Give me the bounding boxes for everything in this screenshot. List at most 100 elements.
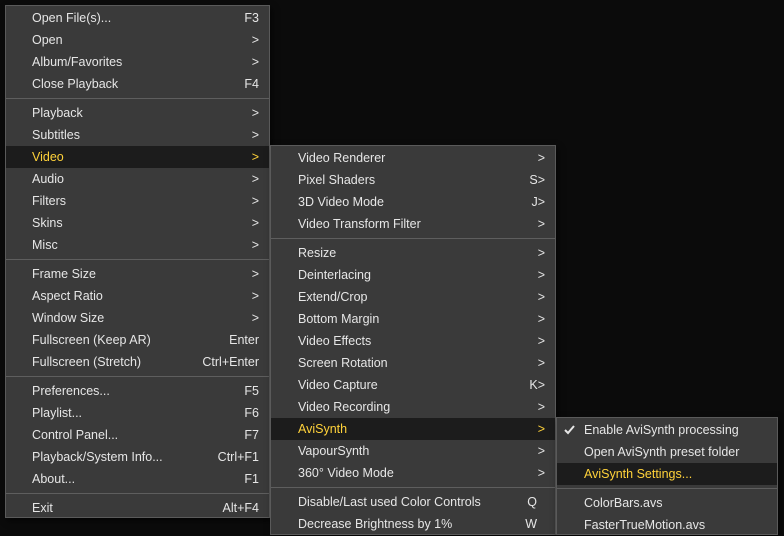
menu-item-label: Video Transform Filter bbox=[298, 217, 421, 231]
menu-item-shortcut: Ctrl+Enter bbox=[202, 355, 259, 369]
menu-item-label: Enable AviSynth processing bbox=[584, 423, 739, 437]
menu-item-label: Control Panel... bbox=[32, 428, 119, 442]
menu-item-shortcut: J> bbox=[531, 195, 545, 209]
submenu-arrow-icon: > bbox=[537, 334, 545, 348]
submenu-arrow-icon: > bbox=[537, 268, 545, 282]
menu-item-album-favorites[interactable]: Album/Favorites > bbox=[6, 51, 269, 73]
menu-item-playback-system-info[interactable]: Playback/System Info... Ctrl+F1 bbox=[6, 446, 269, 468]
context-menu-main: Open File(s)... F3 Open > Album/Favorite… bbox=[5, 5, 270, 518]
menu-item-shortcut: Alt+F4 bbox=[222, 501, 259, 515]
menu-item-about[interactable]: About... F1 bbox=[6, 468, 269, 490]
menu-item-shortcut: S> bbox=[529, 173, 545, 187]
menu-item-frame-size[interactable]: Frame Size > bbox=[6, 263, 269, 285]
menu-item-fullscreen-stretch[interactable]: Fullscreen (Stretch) Ctrl+Enter bbox=[6, 351, 269, 373]
menu-item-window-size[interactable]: Window Size > bbox=[6, 307, 269, 329]
menu-item-resize[interactable]: Resize > bbox=[271, 242, 555, 264]
submenu-arrow-icon: > bbox=[251, 172, 259, 186]
menu-item-shortcut: Ctrl+F1 bbox=[217, 450, 259, 464]
submenu-arrow-icon: > bbox=[251, 289, 259, 303]
submenu-arrow-icon: > bbox=[537, 217, 545, 231]
menu-item-shortcut: F5 bbox=[244, 384, 259, 398]
menu-item-video[interactable]: Video > bbox=[6, 146, 269, 168]
menu-item-avisynth-settings[interactable]: AviSynth Settings... bbox=[557, 463, 777, 485]
menu-item-audio[interactable]: Audio > bbox=[6, 168, 269, 190]
submenu-video: Video Renderer > Pixel Shaders S> 3D Vid… bbox=[270, 145, 556, 535]
menu-item-label: Window Size bbox=[32, 311, 105, 325]
menu-item-label: Deinterlacing bbox=[298, 268, 371, 282]
menu-item-label: About... bbox=[32, 472, 76, 486]
submenu-arrow-icon: > bbox=[537, 444, 545, 458]
menu-item-control-panel[interactable]: Control Panel... F7 bbox=[6, 424, 269, 446]
menu-item-open-files[interactable]: Open File(s)... F3 bbox=[6, 7, 269, 29]
menu-item-close-playback[interactable]: Close Playback F4 bbox=[6, 73, 269, 95]
menu-item-label: Audio bbox=[32, 172, 64, 186]
menu-item-label: Video bbox=[32, 150, 64, 164]
submenu-arrow-icon: > bbox=[537, 151, 545, 165]
menu-item-bottom-margin[interactable]: Bottom Margin > bbox=[271, 308, 555, 330]
menu-item-pixel-shaders[interactable]: Pixel Shaders S> bbox=[271, 169, 555, 191]
submenu-arrow-icon: > bbox=[537, 466, 545, 480]
submenu-arrow-icon: > bbox=[251, 106, 259, 120]
menu-item-label: Misc bbox=[32, 238, 58, 252]
menu-item-3d-video-mode[interactable]: 3D Video Mode J> bbox=[271, 191, 555, 213]
menu-item-avisynth[interactable]: AviSynth > bbox=[271, 418, 555, 440]
menu-item-disable-color-controls[interactable]: Disable/Last used Color Controls Q bbox=[271, 491, 555, 513]
submenu-arrow-icon: > bbox=[251, 238, 259, 252]
menu-item-skins[interactable]: Skins > bbox=[6, 212, 269, 234]
menu-item-filters[interactable]: Filters > bbox=[6, 190, 269, 212]
menu-item-deinterlacing[interactable]: Deinterlacing > bbox=[271, 264, 555, 286]
menu-item-playlist[interactable]: Playlist... F6 bbox=[6, 402, 269, 424]
menu-item-playback[interactable]: Playback > bbox=[6, 102, 269, 124]
menu-item-fullscreen-keep-ar[interactable]: Fullscreen (Keep AR) Enter bbox=[6, 329, 269, 351]
menu-item-shortcut: F7 bbox=[244, 428, 259, 442]
menu-item-360-video-mode[interactable]: 360° Video Mode > bbox=[271, 462, 555, 484]
menu-item-label: Extend/Crop bbox=[298, 290, 368, 304]
menu-item-label: Preferences... bbox=[32, 384, 110, 398]
menu-item-screen-rotation[interactable]: Screen Rotation > bbox=[271, 352, 555, 374]
menu-item-exit[interactable]: Exit Alt+F4 bbox=[6, 497, 269, 519]
submenu-arrow-icon: > bbox=[251, 33, 259, 47]
menu-item-aspect-ratio[interactable]: Aspect Ratio > bbox=[6, 285, 269, 307]
menu-item-label: Bottom Margin bbox=[298, 312, 380, 326]
menu-item-label: Close Playback bbox=[32, 77, 119, 91]
menu-item-label: Fullscreen (Stretch) bbox=[32, 355, 142, 369]
menu-item-decrease-brightness[interactable]: Decrease Brightness by 1% W bbox=[271, 513, 555, 535]
menu-item-open[interactable]: Open > bbox=[6, 29, 269, 51]
menu-item-label: Open bbox=[32, 33, 63, 47]
menu-item-label: Screen Rotation bbox=[298, 356, 388, 370]
checkmark-icon bbox=[564, 425, 575, 435]
submenu-arrow-icon: > bbox=[251, 55, 259, 69]
submenu-arrow-icon: > bbox=[537, 356, 545, 370]
menu-item-shortcut: W bbox=[525, 517, 537, 531]
menu-item-label: Pixel Shaders bbox=[298, 173, 376, 187]
menu-item-video-recording[interactable]: Video Recording > bbox=[271, 396, 555, 418]
submenu-arrow-icon: > bbox=[537, 422, 545, 436]
menu-item-video-effects[interactable]: Video Effects > bbox=[271, 330, 555, 352]
menu-item-misc[interactable]: Misc > bbox=[6, 234, 269, 256]
menu-item-extend-crop[interactable]: Extend/Crop > bbox=[271, 286, 555, 308]
menu-item-label: Video Capture bbox=[298, 378, 378, 392]
menu-item-video-transform-filter[interactable]: Video Transform Filter > bbox=[271, 213, 555, 235]
submenu-arrow-icon: > bbox=[251, 311, 259, 325]
menu-item-colorbars-avs[interactable]: ColorBars.avs bbox=[557, 492, 777, 514]
menu-item-open-avisynth-preset-folder[interactable]: Open AviSynth preset folder bbox=[557, 441, 777, 463]
menu-item-shortcut: F3 bbox=[244, 11, 259, 25]
menu-item-preferences[interactable]: Preferences... F5 bbox=[6, 380, 269, 402]
menu-item-fastertruemotion-avs[interactable]: FasterTrueMotion.avs bbox=[557, 514, 777, 536]
menu-item-vapoursynth[interactable]: VapourSynth > bbox=[271, 440, 555, 462]
menu-item-label: Subtitles bbox=[32, 128, 80, 142]
menu-item-video-renderer[interactable]: Video Renderer > bbox=[271, 147, 555, 169]
menu-separator bbox=[6, 493, 269, 494]
menu-item-video-capture[interactable]: Video Capture K> bbox=[271, 374, 555, 396]
menu-item-subtitles[interactable]: Subtitles > bbox=[6, 124, 269, 146]
menu-item-label: 360° Video Mode bbox=[298, 466, 394, 480]
menu-item-label: Album/Favorites bbox=[32, 55, 123, 69]
submenu-arrow-icon: > bbox=[251, 150, 259, 164]
menu-item-label: AviSynth bbox=[298, 422, 348, 436]
menu-item-label: Playback bbox=[32, 106, 83, 120]
menu-item-enable-avisynth-processing[interactable]: Enable AviSynth processing bbox=[557, 419, 777, 441]
submenu-arrow-icon: > bbox=[251, 128, 259, 142]
menu-item-label: Video Renderer bbox=[298, 151, 386, 165]
menu-item-label: AviSynth Settings... bbox=[584, 467, 693, 481]
submenu-avisynth: Enable AviSynth processing Open AviSynth… bbox=[556, 417, 778, 535]
